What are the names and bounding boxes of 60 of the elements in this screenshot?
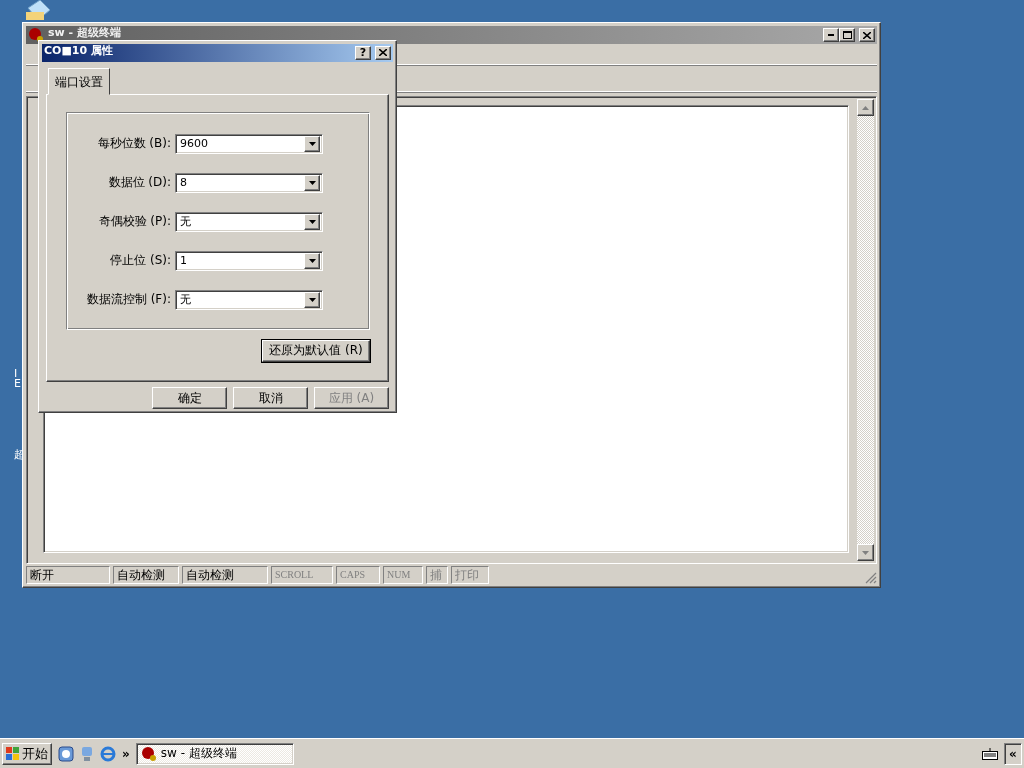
dropdown-button[interactable] (304, 135, 320, 152)
status-panel: 自动检测 (113, 566, 179, 584)
up-arrow-icon (862, 105, 869, 110)
dialog-button[interactable]: 确定 (152, 387, 227, 409)
minimize-button[interactable] (823, 28, 839, 42)
browser-icon[interactable] (100, 745, 116, 762)
status-panel: 打印 (451, 566, 489, 584)
status-panel: 断开 (26, 566, 110, 584)
down-arrow-icon (862, 550, 869, 555)
field-label: 奇偶校验 (P): (97, 213, 171, 231)
dropdown-field[interactable]: 8 (175, 172, 323, 193)
dropdown-field[interactable]: 1 (175, 250, 323, 271)
maximize-icon (842, 31, 852, 39)
windows-logo-icon (6, 746, 20, 761)
close-icon (379, 49, 387, 57)
folder-icon[interactable] (24, 0, 52, 20)
dropdown-field[interactable]: 无 (175, 289, 323, 310)
restore-defaults-button[interactable]: 还原为默认值 (R) (262, 339, 370, 362)
close-icon (863, 31, 871, 39)
status-panel: SCROLL (271, 566, 333, 584)
scroll-down-button[interactable] (857, 544, 874, 561)
minimize-icon (828, 34, 834, 36)
tab[interactable]: 端口设置 (48, 67, 110, 95)
resize-grip-icon[interactable] (865, 572, 877, 584)
field-label: 数据流控制 (F): (85, 291, 171, 309)
scroll-up-button[interactable] (857, 99, 874, 116)
start-button[interactable]: 开始 (2, 742, 52, 765)
scrollbar[interactable] (857, 99, 874, 561)
status-panel: 自动检测 (182, 566, 268, 584)
desktop-icon-label: I (14, 367, 18, 380)
dropdown-field[interactable]: 无 (175, 211, 323, 232)
help-button[interactable]: ? (355, 45, 371, 60)
keyboard-icon[interactable] (982, 747, 998, 760)
dropdown-button[interactable] (304, 213, 320, 230)
down-arrow-icon (308, 180, 316, 185)
down-arrow-icon (308, 258, 316, 263)
dropdown-field[interactable]: 9600 (175, 133, 323, 154)
maximize-button[interactable] (839, 28, 855, 42)
close-button[interactable] (375, 45, 391, 60)
more-toolbar-button[interactable]: » (122, 746, 130, 761)
dropdown-button[interactable] (304, 252, 320, 269)
down-arrow-icon (308, 219, 316, 224)
window-title: sw - 超级终端 (48, 26, 122, 39)
down-arrow-icon (308, 141, 316, 146)
dropdown-button[interactable] (304, 174, 320, 191)
status-panel: NUM (383, 566, 423, 584)
field-label: 停止位 (S): (109, 252, 171, 270)
desktop-icon-label: E (14, 377, 21, 390)
field-label: 每秒位数 (B): (96, 135, 171, 153)
down-arrow-icon (308, 297, 316, 302)
close-button[interactable] (859, 28, 875, 42)
desktop-shortcut-icon[interactable] (58, 745, 74, 762)
dialog-button[interactable]: 取消 (233, 387, 308, 409)
dropdown-button[interactable] (304, 291, 320, 308)
taskbar-button[interactable]: sw - 超级终端 (135, 742, 294, 765)
status-panel: 捕 (426, 566, 448, 584)
tray-toggle-button[interactable]: « (1004, 742, 1022, 765)
field-label: 数据位 (D): (107, 174, 171, 192)
status-panel: CAPS (336, 566, 380, 584)
dialog-title: CO■10 属性 (44, 44, 114, 57)
